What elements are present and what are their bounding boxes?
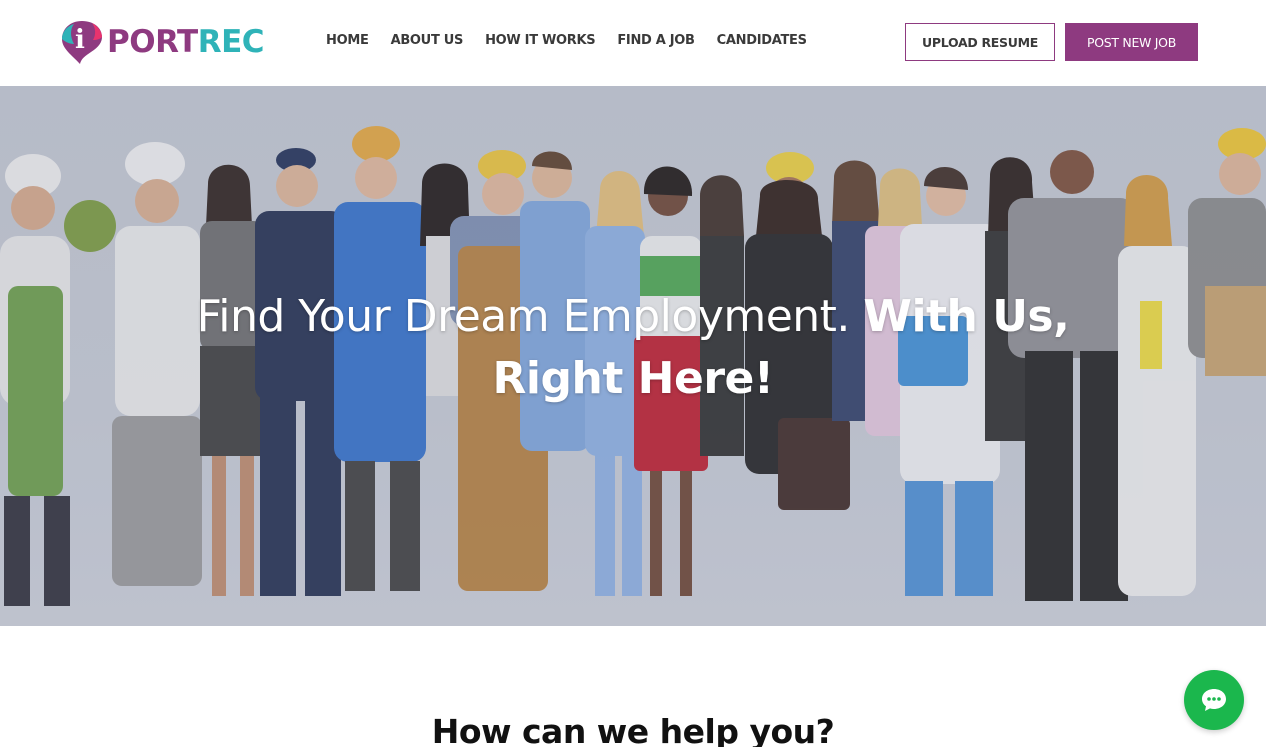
- logo-wordmark: PORTREC: [107, 18, 265, 66]
- nav-how-it-works[interactable]: HOW IT WORKS: [485, 33, 596, 48]
- nav-about-us[interactable]: ABOUT US: [391, 33, 464, 48]
- hero-headline-line2: Right Here!: [492, 353, 774, 404]
- logo-pin-icon: i: [58, 18, 106, 66]
- upload-resume-button[interactable]: UPLOAD RESUME: [905, 23, 1055, 61]
- logo-letter: i: [75, 25, 85, 55]
- post-new-job-button[interactable]: POST NEW JOB: [1065, 23, 1198, 61]
- chat-bubble-icon: [1202, 689, 1226, 711]
- logo-text-part2: REC: [197, 24, 265, 60]
- nav-home[interactable]: HOME: [326, 33, 369, 48]
- hero-banner: Find Your Dream Employment. With Us, Rig…: [0, 86, 1266, 626]
- nav-find-a-job[interactable]: FIND A JOB: [617, 33, 695, 48]
- nav-candidates[interactable]: CANDIDATES: [717, 33, 807, 48]
- site-header: i PORTREC HOME ABOUT US HOW IT WORKS FIN…: [0, 0, 1266, 86]
- chat-button[interactable]: [1184, 670, 1244, 730]
- hero-headline: Find Your Dream Employment. With Us, Rig…: [0, 286, 1266, 410]
- hero-headline-bold: With Us,: [863, 291, 1070, 342]
- logo[interactable]: i PORTREC: [58, 18, 265, 66]
- hero-headline-light: Find Your Dream Employment.: [196, 291, 864, 342]
- section-title: How can we help you?: [431, 712, 835, 747]
- logo-text-part1: PORT: [107, 24, 198, 60]
- main-nav: HOME ABOUT US HOW IT WORKS FIND A JOB CA…: [326, 33, 829, 48]
